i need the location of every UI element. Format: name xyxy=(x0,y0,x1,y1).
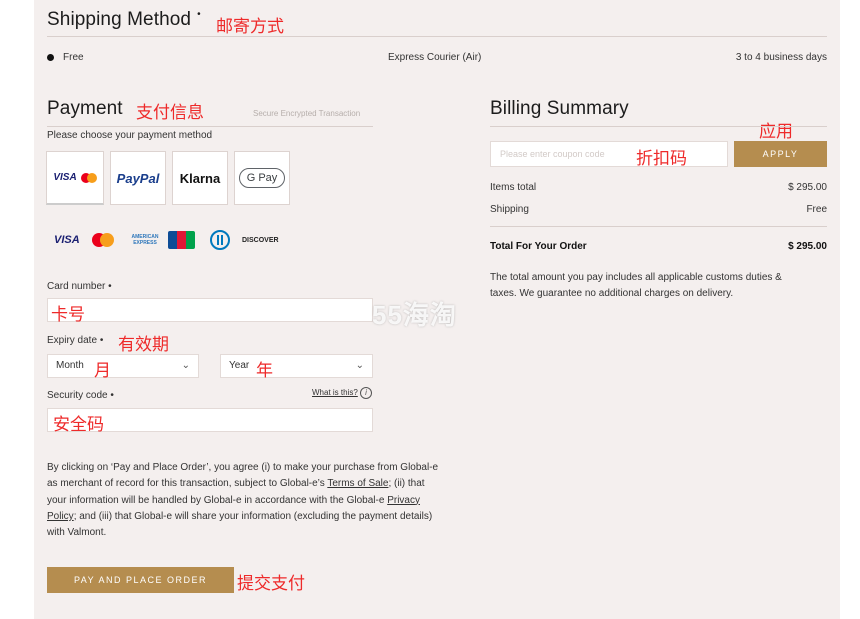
watermark: 55海淘 xyxy=(372,300,457,330)
coupon-code-input[interactable]: Please enter coupon code xyxy=(490,141,728,167)
discover-brand-icon: DISCOVER xyxy=(242,236,279,244)
coupon-annotation: 折扣码 xyxy=(636,149,687,169)
shipping-option-time: 3 to 4 business days xyxy=(735,52,827,63)
klarna-logo-icon: Klarna xyxy=(179,170,221,186)
order-total-label: Total For Your Order xyxy=(490,241,587,252)
items-total-row: Items total $ 295.00 xyxy=(490,182,827,193)
apply-annotation: 应用 xyxy=(759,122,793,142)
year-select-value: Year xyxy=(229,360,250,371)
diners-brand-icon xyxy=(210,230,230,250)
shipping-option-carrier: Express Courier (Air) xyxy=(388,52,482,63)
visa-brand-icon: VISA xyxy=(54,234,80,246)
month-select[interactable]: Month ⌄ xyxy=(47,354,199,378)
shipping-method-title: Shipping Method • xyxy=(47,9,201,30)
expiry-date-label: Expiry date • xyxy=(47,335,104,346)
whats-this-link[interactable]: What is this? xyxy=(312,388,358,397)
shipping-row: Shipping Free xyxy=(490,204,827,215)
items-total-label: Items total xyxy=(490,182,537,193)
order-button-annotation: 提交支付 xyxy=(237,574,305,594)
expiry-date-annotation: 有效期 xyxy=(118,335,169,355)
pay-and-place-order-button[interactable]: PAY AND PLACE ORDER xyxy=(47,567,234,593)
card-number-annotation: 卡号 xyxy=(51,305,85,325)
legal-text: By clicking on ‘Pay and Place Order’, yo… xyxy=(47,462,439,539)
terms-of-sale-link[interactable]: Terms of Sale xyxy=(327,478,388,489)
order-total-value: $ 295.00 xyxy=(788,241,827,252)
card-number-label: Card number • xyxy=(47,281,112,292)
divider xyxy=(47,126,373,127)
visa-logo-icon: VISA xyxy=(53,172,77,183)
shipping-option-price: Free xyxy=(63,52,84,63)
payment-method-klarna[interactable]: Klarna xyxy=(172,151,228,205)
month-annotation: 月 xyxy=(94,361,111,381)
card-number-input[interactable] xyxy=(47,298,373,322)
billing-summary-title: Billing Summary xyxy=(490,98,629,119)
security-code-label: Security code • xyxy=(47,390,114,401)
divider xyxy=(490,226,827,227)
shipping-method-annotation: 邮寄方式 xyxy=(216,17,284,37)
items-total-value: $ 295.00 xyxy=(788,182,827,193)
gpay-logo-icon: G Pay xyxy=(238,168,286,188)
order-total-row: Total For Your Order $ 295.00 xyxy=(490,241,827,252)
amex-brand-icon: AMERICAN EXPRESS xyxy=(131,234,159,246)
payment-method-card[interactable]: VISA xyxy=(46,151,104,205)
secure-note: Secure Encrypted Transaction xyxy=(253,109,361,118)
divider xyxy=(47,36,827,37)
payment-method-gpay[interactable]: G Pay xyxy=(234,151,290,205)
mastercard-brand-icon xyxy=(92,230,114,250)
coupon-placeholder: Please enter coupon code xyxy=(500,149,605,159)
apply-coupon-button[interactable]: APPLY xyxy=(734,141,827,167)
info-icon[interactable]: i xyxy=(360,387,372,399)
paypal-logo-icon: PayPal xyxy=(116,170,160,186)
radio-selected-icon[interactable] xyxy=(47,54,54,61)
year-annotation: 年 xyxy=(256,361,273,381)
payment-method-paypal[interactable]: PayPal xyxy=(110,151,166,205)
shipping-option-row[interactable]: Free Express Courier (Air) 3 to 4 busine… xyxy=(47,50,827,66)
year-select[interactable]: Year ⌄ xyxy=(220,354,373,378)
shipping-value: Free xyxy=(806,204,827,215)
chevron-down-icon: ⌄ xyxy=(355,360,364,371)
choose-payment-label: Please choose your payment method xyxy=(47,130,213,141)
divider xyxy=(490,126,827,127)
jcb-brand-icon xyxy=(168,230,195,250)
shipping-label: Shipping xyxy=(490,204,529,215)
payment-title: Payment xyxy=(47,98,123,119)
duties-note: The total amount you pay includes all ap… xyxy=(490,272,782,299)
payment-annotation: 支付信息 xyxy=(136,103,204,123)
month-select-value: Month xyxy=(56,360,84,371)
security-code-annotation: 安全码 xyxy=(53,415,104,435)
chevron-down-icon: ⌄ xyxy=(181,360,190,371)
mastercard-yellow-icon xyxy=(86,172,97,183)
